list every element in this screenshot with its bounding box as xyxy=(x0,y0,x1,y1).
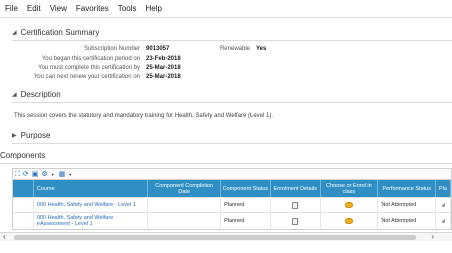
menu-favorites[interactable]: Favorites xyxy=(76,4,109,13)
enrol-cell xyxy=(321,198,379,212)
description-title: Description xyxy=(20,90,61,99)
chevron-down-icon[interactable]: ▼ xyxy=(68,170,72,179)
description-text: This session covers the statutory and ma… xyxy=(14,113,274,119)
chevron-down-icon[interactable]: ▼ xyxy=(51,170,55,179)
enrol-icon[interactable] xyxy=(344,202,353,208)
pla-cell: ◢ xyxy=(436,213,452,229)
refresh-icon[interactable]: ⟳ xyxy=(23,170,29,179)
course-link[interactable]: 000 Health, Safety and Welfare - Level 1 xyxy=(34,198,149,212)
status-cell: Planned xyxy=(221,213,271,229)
settings-icon[interactable]: ⚙ xyxy=(41,170,47,179)
components-toolbar: ⛶ ⟳ ▣ ⚙ ▼ ▦ ▼ xyxy=(12,168,452,179)
document-icon[interactable] xyxy=(292,217,299,225)
row-select-cell[interactable] xyxy=(13,213,34,229)
plan-icon[interactable]: ◢ xyxy=(441,218,445,224)
scroll-left-arrow-icon[interactable]: ‹ xyxy=(3,233,6,241)
performance-cell: Not Attempted xyxy=(378,198,437,212)
view-icon[interactable]: ▦ xyxy=(59,170,66,179)
table-row: 000 Health, Safety and Welfare eAssessme… xyxy=(13,212,452,229)
enrolment-details-cell xyxy=(271,213,321,229)
renewable-label: Renewable xyxy=(219,46,250,52)
pla-cell: ◢ xyxy=(436,198,452,212)
menu-help[interactable]: Help xyxy=(145,4,161,13)
table-row: 000 Health, Safety and Welfare - Level 1… xyxy=(13,197,452,212)
began-label: You began this certification period on xyxy=(41,56,140,62)
section-divider xyxy=(12,143,452,144)
course-link[interactable]: 000 Health, Safety and Welfare eAssessme… xyxy=(34,213,149,229)
plan-icon[interactable]: ◢ xyxy=(441,202,445,208)
purpose-title: Purpose xyxy=(20,131,51,140)
collapse-triangle-icon: ◢ xyxy=(12,92,17,98)
certification-summary-title: Certification Summary xyxy=(20,28,100,37)
section-divider xyxy=(12,102,452,103)
scroll-right-arrow-icon[interactable]: › xyxy=(431,233,434,241)
purpose-header[interactable]: ▶ Purpose xyxy=(12,131,50,140)
section-divider xyxy=(0,163,452,164)
completion-date-cell xyxy=(148,213,222,229)
began-value: 23-Feb-2018 xyxy=(146,56,181,62)
certification-summary-header[interactable]: ◢ Certification Summary xyxy=(12,28,99,37)
table-header: Course Component Completion Date Compone… xyxy=(13,180,451,197)
enrol-cell xyxy=(321,213,379,229)
expand-triangle-icon: ▶ xyxy=(12,133,17,139)
renew-label: You can next renew your certification on xyxy=(33,74,140,80)
column-header-select xyxy=(13,180,34,197)
menu-edit[interactable]: Edit xyxy=(27,4,41,13)
completion-date-cell xyxy=(148,198,222,212)
section-divider xyxy=(12,40,452,41)
collapse-triangle-icon: ◢ xyxy=(12,30,17,36)
menu-view[interactable]: View xyxy=(50,4,67,13)
document-icon[interactable] xyxy=(292,201,299,209)
components-title: Components xyxy=(0,151,46,160)
row-select-cell[interactable] xyxy=(13,198,34,212)
menu-bar: File Edit View Favorites Tools Help xyxy=(0,0,452,18)
performance-cell: Not Attempted xyxy=(378,213,437,229)
column-header-pla[interactable]: Pla xyxy=(436,180,451,197)
column-header-enrol[interactable]: Choose or Enrol in class xyxy=(321,180,379,197)
complete-value: 25-Mar-2018 xyxy=(146,65,181,71)
column-header-completion-date[interactable]: Component Completion Date xyxy=(148,180,222,197)
export-icon[interactable]: ▣ xyxy=(32,170,39,179)
complete-label: You must complete this certification by xyxy=(38,65,140,71)
menu-tools[interactable]: Tools xyxy=(118,4,137,13)
menu-file[interactable]: File xyxy=(5,4,18,13)
expand-icon[interactable]: ⛶ xyxy=(15,170,20,179)
column-header-enrolment-details[interactable]: Enrolment Details xyxy=(271,180,321,197)
column-header-course[interactable]: Course xyxy=(34,180,149,197)
description-header[interactable]: ◢ Description xyxy=(12,90,61,99)
column-header-status[interactable]: Component Status xyxy=(221,180,271,197)
renewable-value: Yes xyxy=(256,46,267,52)
scrollbar-thumb[interactable] xyxy=(14,235,416,240)
status-cell: Planned xyxy=(221,198,271,212)
enrol-icon[interactable] xyxy=(344,218,353,224)
column-header-performance[interactable]: Performance Status xyxy=(378,180,437,197)
enrolment-details-cell xyxy=(271,198,321,212)
components-table: Course Component Completion Date Compone… xyxy=(12,179,452,230)
renew-value: 25-Mar-2018 xyxy=(146,74,181,80)
horizontal-scrollbar[interactable]: ‹ › xyxy=(0,232,452,241)
